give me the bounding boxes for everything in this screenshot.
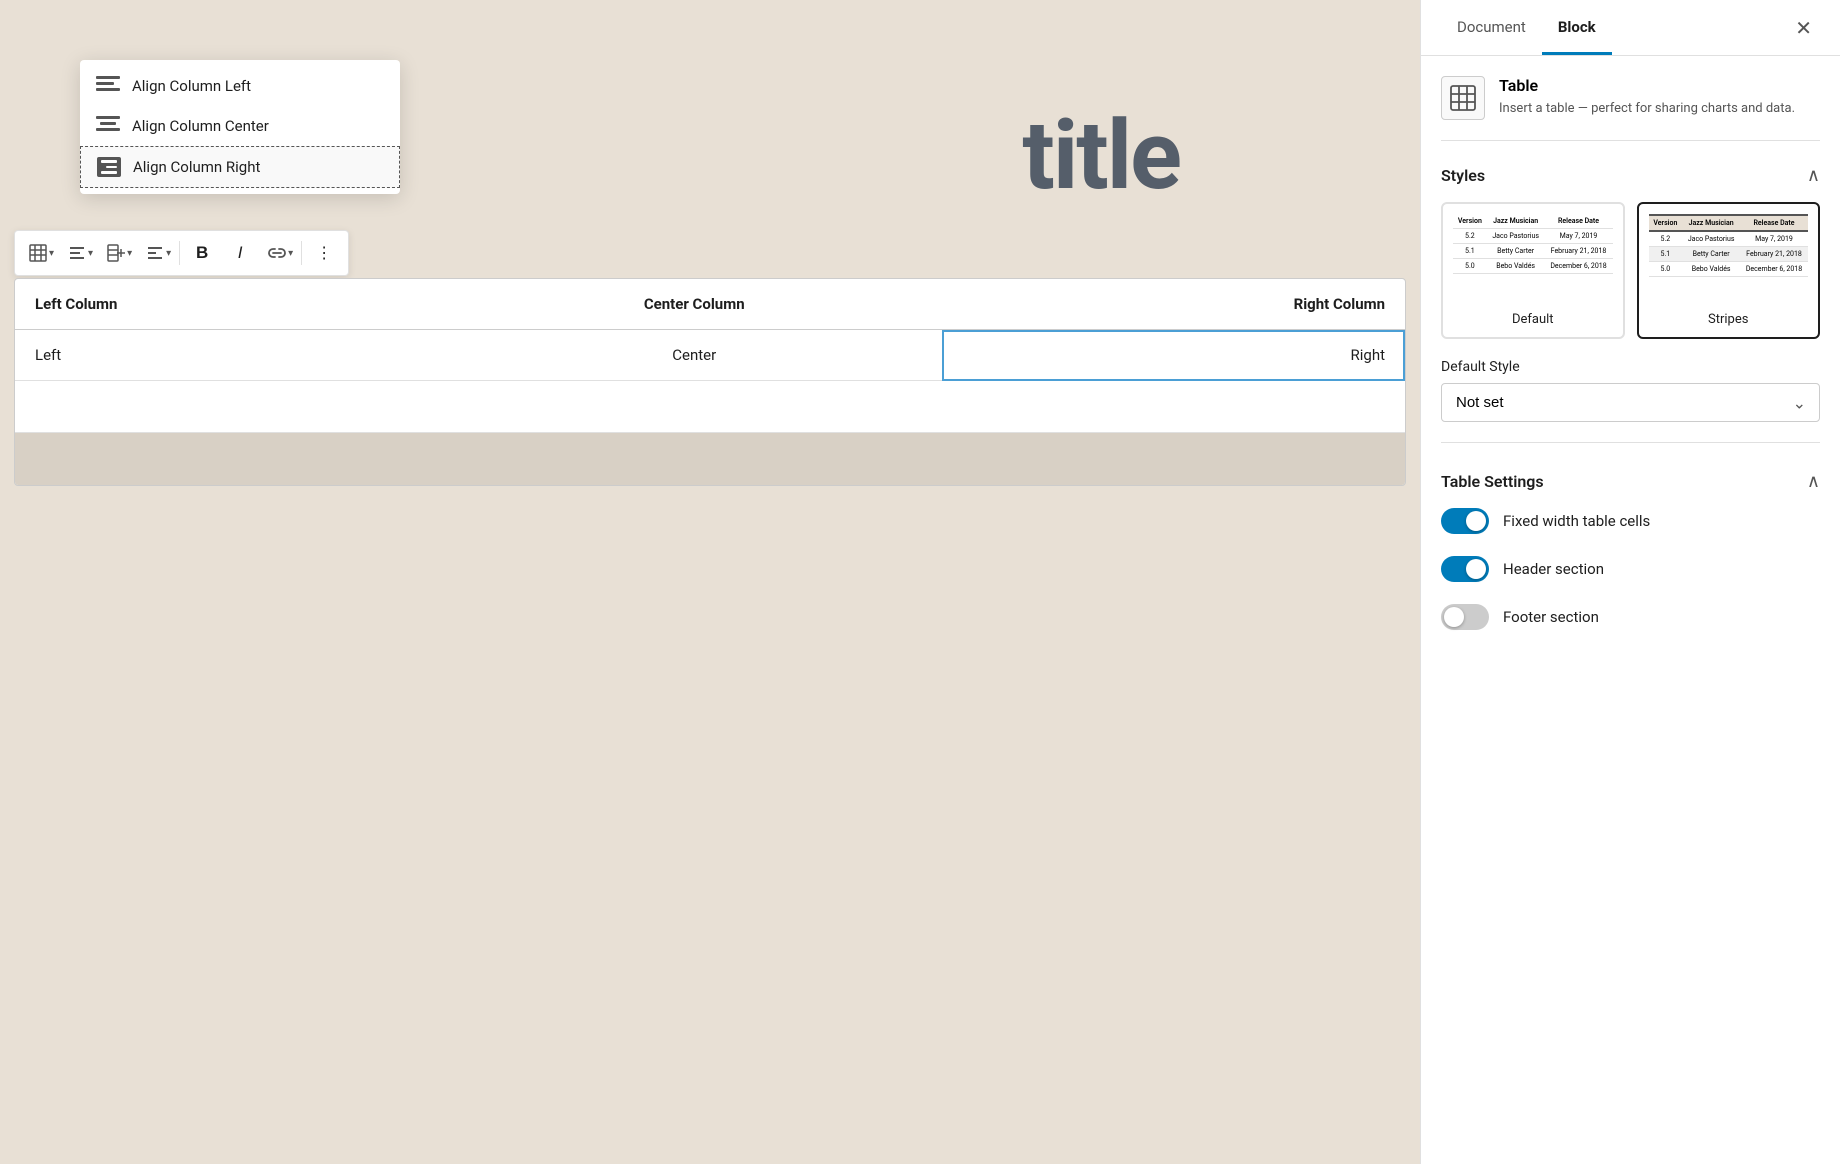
default-style-label: Default Style	[1441, 359, 1820, 375]
style-default-preview: VersionJazz MusicianRelease Date 5.2Jaco…	[1453, 214, 1613, 304]
table-header-row: Left Column Center Column Right Column	[15, 279, 1405, 330]
style-stripes[interactable]: VersionJazz MusicianRelease Date 5.2Jaco…	[1637, 202, 1821, 339]
insert-col-icon	[107, 244, 125, 262]
block-info-text: Table Insert a table — perfect for shari…	[1499, 76, 1795, 119]
more-options-button[interactable]: ⋮	[306, 235, 342, 271]
header-left-column[interactable]: Left Column	[15, 279, 446, 330]
block-description: Insert a table — perfect for sharing cha…	[1499, 99, 1795, 119]
toggle-fixed-width-knob	[1466, 511, 1486, 531]
align-center-label: Align Column Center	[132, 117, 269, 135]
empty-cell-3[interactable]	[942, 381, 1405, 433]
style-stripes-table: VersionJazz MusicianRelease Date 5.2Jaco…	[1649, 214, 1809, 277]
default-style-select[interactable]: Not set Default Stripes	[1441, 383, 1820, 422]
header-right-column[interactable]: Right Column	[942, 279, 1405, 330]
table-settings-section: Table Settings ∧ Fixed width table cells…	[1441, 467, 1820, 630]
align-right-label: Align Column Right	[133, 158, 260, 176]
style-default-label: Default	[1453, 312, 1613, 327]
close-button[interactable]: ✕	[1787, 12, 1820, 44]
toggle-fixed-width-switch[interactable]	[1441, 508, 1489, 534]
styles-section-collapse[interactable]: ∧	[1807, 165, 1820, 186]
link-button[interactable]: ▾	[260, 235, 297, 271]
styles-grid: VersionJazz MusicianRelease Date 5.2Jaco…	[1441, 202, 1820, 339]
sidebar: Document Block ✕ Table Insert a table — …	[1420, 0, 1840, 1164]
insert-col-arrow: ▾	[127, 248, 132, 259]
table-footer-row	[15, 433, 1405, 485]
tab-block[interactable]: Block	[1542, 2, 1612, 55]
align-left-option[interactable]: Align Column Left	[80, 66, 400, 106]
table-container: Left Column Center Column Right Column L…	[14, 278, 1406, 486]
table-type-arrow: ▾	[49, 248, 54, 259]
empty-cell-2[interactable]	[446, 381, 942, 433]
data-table: Left Column Center Column Right Column L…	[15, 279, 1405, 485]
styles-section-title: Styles	[1441, 166, 1485, 185]
bold-button[interactable]: B	[184, 235, 220, 271]
table-settings-title: Table Settings	[1441, 472, 1544, 491]
styles-section-header: Styles ∧	[1441, 165, 1820, 186]
table-type-button[interactable]: ▾	[21, 235, 58, 271]
toggle-footer-knob	[1444, 607, 1464, 627]
default-style-section: Default Style Not set Default Stripes	[1441, 359, 1820, 443]
insert-col-button[interactable]: ▾	[99, 235, 136, 271]
sidebar-tabs: Document Block ✕	[1421, 0, 1840, 56]
toggle-footer-label: Footer section	[1503, 608, 1599, 626]
table-settings-collapse[interactable]: ∧	[1807, 471, 1820, 492]
link-icon	[268, 246, 286, 260]
sidebar-content: Table Insert a table — perfect for shari…	[1421, 56, 1840, 1164]
align-left-label: Align Column Left	[132, 77, 251, 95]
toggle-header-section: Header section	[1441, 556, 1820, 582]
tab-document[interactable]: Document	[1441, 2, 1542, 55]
toggle-header-knob	[1466, 559, 1486, 579]
align-center-icon	[96, 116, 120, 136]
align-right-option[interactable]: Align Column Right	[80, 146, 400, 188]
editor-area: Align Column Left Align Column Center Al…	[0, 0, 1420, 1164]
italic-button[interactable]: I	[222, 235, 258, 271]
page-title: title	[1022, 100, 1180, 212]
empty-cell-1[interactable]	[15, 381, 446, 433]
style-stripes-preview: VersionJazz MusicianRelease Date 5.2Jaco…	[1649, 214, 1809, 304]
footer-cell-1	[15, 433, 446, 485]
align-text-arrow: ▾	[166, 248, 171, 259]
style-default-table: VersionJazz MusicianRelease Date 5.2Jaco…	[1453, 214, 1613, 274]
align-col-arrow: ▾	[88, 248, 93, 259]
table-icon	[29, 244, 47, 262]
footer-cell-3	[942, 433, 1405, 485]
align-text-icon	[146, 244, 164, 262]
cell-center[interactable]: Center	[446, 330, 942, 381]
block-title: Table	[1499, 76, 1795, 95]
align-right-icon	[97, 157, 121, 177]
cell-left[interactable]: Left	[15, 330, 446, 381]
toggle-header-label: Header section	[1503, 560, 1604, 578]
toggle-footer-section: Footer section	[1441, 604, 1820, 630]
align-text-button[interactable]: ▾	[138, 235, 175, 271]
cell-right-selected[interactable]: Right	[942, 330, 1405, 381]
block-icon	[1441, 76, 1485, 120]
toggle-fixed-width-label: Fixed width table cells	[1503, 512, 1650, 530]
style-stripes-label: Stripes	[1649, 312, 1809, 327]
block-toolbar: ▾ ▾ ▾ ▾	[14, 230, 349, 276]
toggle-header-switch[interactable]	[1441, 556, 1489, 582]
table-block-icon	[1449, 84, 1477, 112]
toggle-footer-switch[interactable]	[1441, 604, 1489, 630]
table-settings-header: Table Settings ∧	[1441, 471, 1820, 492]
table-row-empty	[15, 381, 1405, 433]
align-col-button[interactable]: ▾	[60, 235, 97, 271]
footer-cell-2	[446, 433, 942, 485]
styles-section: Styles ∧ VersionJazz MusicianRelease Dat…	[1441, 165, 1820, 443]
toolbar-divider-2	[301, 241, 302, 265]
link-arrow: ▾	[288, 248, 293, 259]
align-center-option[interactable]: Align Column Center	[80, 106, 400, 146]
toggle-fixed-width: Fixed width table cells	[1441, 508, 1820, 534]
align-left-icon	[96, 76, 120, 96]
align-dropdown-menu: Align Column Left Align Column Center Al…	[80, 60, 400, 194]
block-info: Table Insert a table — perfect for shari…	[1441, 76, 1820, 141]
style-default[interactable]: VersionJazz MusicianRelease Date 5.2Jaco…	[1441, 202, 1625, 339]
table-row: Left Center Right	[15, 330, 1405, 381]
default-style-select-wrapper: Not set Default Stripes	[1441, 383, 1820, 422]
align-col-icon	[68, 244, 86, 262]
header-center-column[interactable]: Center Column	[446, 279, 942, 330]
toolbar-divider-1	[179, 241, 180, 265]
